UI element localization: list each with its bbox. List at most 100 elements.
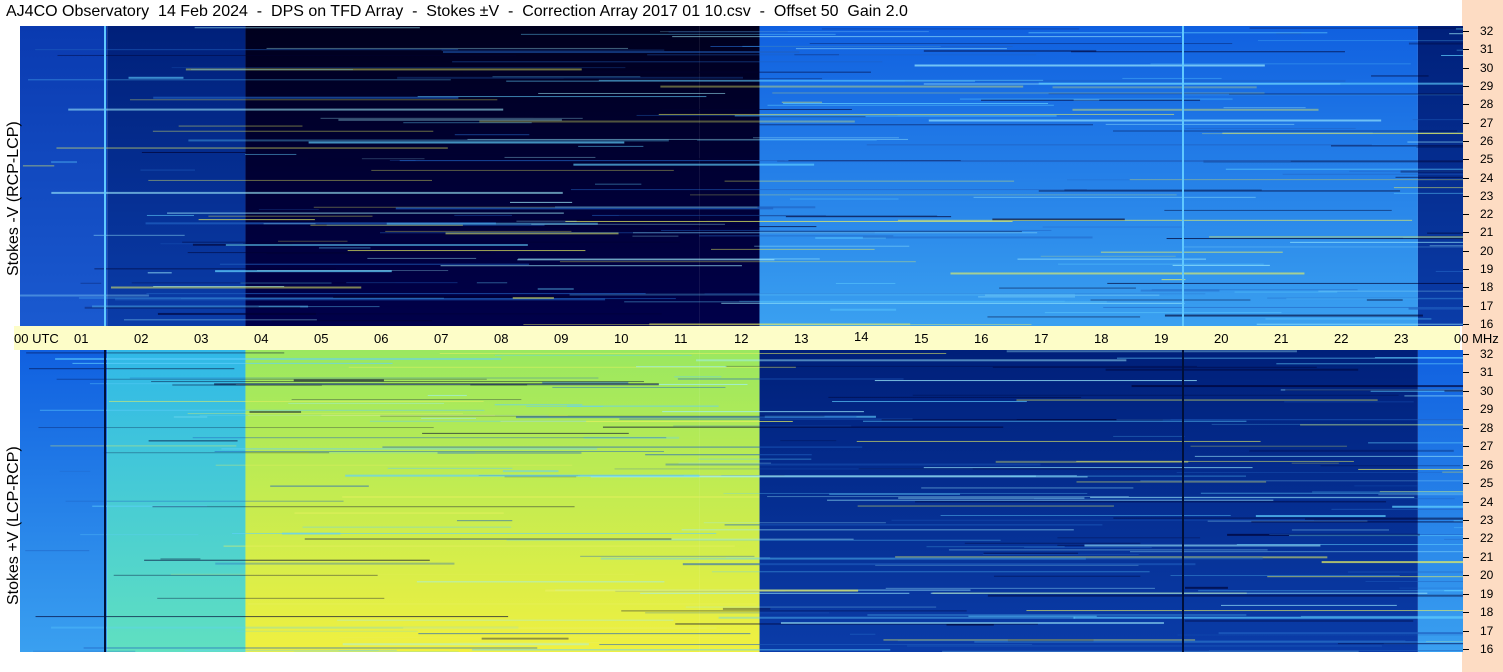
- time-tick-label: 19: [1154, 331, 1169, 346]
- bottom-frequency-tick-mark: [1463, 612, 1469, 614]
- time-tick-label: 20: [1214, 331, 1229, 346]
- top-frequency-tick-mark: [1463, 214, 1469, 216]
- time-tick-label: 14: [854, 329, 869, 344]
- top-y-axis-label: Stokes -V (RCP-LCP): [5, 121, 22, 276]
- chart-title: AJ4CO Observatory 14 Feb 2024 - DPS on T…: [6, 3, 908, 20]
- top-frequency-tick-mark: [1463, 324, 1469, 325]
- top-frequency-tick-label: 29: [1480, 78, 1494, 93]
- bottom-frequency-tick-label: 29: [1480, 402, 1494, 417]
- bottom-frequency-tick-label: 26: [1480, 457, 1494, 472]
- top-frequency-tick-label: 22: [1480, 207, 1494, 222]
- bottom-frequency-tick-label: 24: [1480, 494, 1494, 509]
- marker-line: [1182, 26, 1184, 326]
- bottom-frequency-tick-label: 28: [1480, 420, 1494, 435]
- bottom-frequency-tick-mark: [1463, 556, 1469, 558]
- time-segment: [20, 26, 108, 326]
- top-frequency-tick-mark: [1463, 195, 1469, 197]
- top-frequency-tick-label: 30: [1480, 60, 1494, 75]
- bottom-y-axis-label: Stokes +V (LCP-RCP): [5, 446, 22, 605]
- time-tick-label: 00 UTC: [14, 331, 59, 346]
- marker-line: [1182, 350, 1184, 652]
- top-frequency-tick-label: 17: [1480, 298, 1494, 313]
- top-frequency-tick-mark: [1463, 31, 1469, 32]
- bottom-frequency-tick-label: 27: [1480, 439, 1494, 454]
- top-frequency-tick-mark: [1463, 85, 1469, 87]
- bottom-frequency-tick-mark: [1463, 372, 1469, 374]
- time-tick-label: 02: [134, 331, 149, 346]
- top-frequency-tick-label: 24: [1480, 170, 1494, 185]
- top-frequency-tick-label: 26: [1480, 133, 1494, 148]
- time-tick-label: 11: [674, 331, 688, 346]
- time-tick-label: 03: [194, 331, 209, 346]
- time-tick-label: 21: [1274, 331, 1289, 346]
- top-frequency-tick-label: 31: [1480, 42, 1494, 57]
- bottom-frequency-tick-mark: [1463, 501, 1469, 503]
- bottom-frequency-tick-label: 17: [1480, 623, 1494, 638]
- time-tick-label: 09: [554, 331, 569, 346]
- top-frequency-tick-label: 23: [1480, 188, 1494, 203]
- bottom-frequency-tick-mark: [1463, 427, 1469, 429]
- time-tick-label: 16: [974, 331, 989, 346]
- top-frequency-tick-mark: [1463, 177, 1469, 179]
- top-frequency-tick-label: 32: [1480, 24, 1494, 38]
- time-tick-label: 22: [1334, 331, 1349, 346]
- marker-line: [104, 350, 106, 652]
- top-spectrogram: [20, 26, 1463, 326]
- top-frequency-tick-mark: [1463, 287, 1469, 289]
- top-frequency-tick-mark: [1463, 49, 1469, 51]
- time-tick-label: 13: [794, 331, 809, 346]
- time-tick-label: 01: [74, 331, 89, 346]
- top-frequency-tick-label: 27: [1480, 115, 1494, 130]
- time-tick-label: 15: [914, 331, 929, 346]
- top-frequency-tick-mark: [1463, 140, 1469, 142]
- time-segment: [1417, 26, 1463, 326]
- time-segment: [759, 26, 1418, 326]
- time-segment: [699, 26, 760, 326]
- top-frequency-tick-mark: [1463, 269, 1469, 271]
- top-frequency-tick-mark: [1463, 250, 1469, 252]
- bottom-frequency-tick-label: 16: [1480, 642, 1494, 656]
- time-tick-label: 23: [1394, 331, 1409, 346]
- top-frequency-tick-mark: [1463, 122, 1469, 124]
- bottom-frequency-tick-label: 18: [1480, 605, 1494, 620]
- bottom-spectrogram: [20, 350, 1463, 652]
- top-frequency-tick-mark: [1463, 305, 1469, 307]
- bottom-frequency-tick-mark: [1463, 519, 1469, 521]
- time-tick-label: 10: [614, 331, 629, 346]
- top-frequency-tick-label: 25: [1480, 152, 1494, 167]
- bottom-frequency-tick-label: 19: [1480, 586, 1494, 601]
- bottom-frequency-tick-mark: [1463, 575, 1469, 577]
- top-frequency-tick-label: 21: [1480, 225, 1494, 240]
- bottom-frequency-tick-mark: [1463, 409, 1469, 411]
- bottom-frequency-tick-label: 25: [1480, 476, 1494, 491]
- bottom-frequency-tick-label: 20: [1480, 568, 1494, 583]
- time-tick-label: 07: [434, 331, 449, 346]
- time-tick-label: 17: [1034, 331, 1049, 346]
- top-frequency-tick-label: 28: [1480, 97, 1494, 112]
- bottom-frequency-tick-mark: [1463, 446, 1469, 448]
- bottom-frequency-tick-label: 31: [1480, 365, 1494, 380]
- time-tick-label: 08: [494, 331, 509, 346]
- time-segment: [1417, 350, 1463, 652]
- top-frequency-tick-mark: [1463, 104, 1469, 106]
- top-frequency-tick-label: 20: [1480, 243, 1494, 258]
- time-tick-label: 12: [734, 331, 749, 346]
- bottom-frequency-tick-mark: [1463, 390, 1469, 392]
- time-segment: [107, 26, 246, 326]
- time-tick-label: 00 MHz: [1454, 331, 1499, 346]
- bottom-frequency-tick-mark: [1463, 483, 1469, 485]
- time-segment: [245, 26, 700, 326]
- time-tick-label: 05: [314, 331, 329, 346]
- top-frequency-tick-mark: [1463, 67, 1469, 69]
- bottom-frequency-tick-label: 22: [1480, 531, 1494, 546]
- bottom-frequency-tick-label: 21: [1480, 549, 1494, 564]
- bottom-frequency-tick-label: 23: [1480, 512, 1494, 527]
- time-tick-label: 04: [254, 331, 269, 346]
- bottom-frequency-tick-label: 32: [1480, 347, 1494, 361]
- top-frequency-tick-label: 16: [1480, 317, 1494, 331]
- time-tick-label: 18: [1094, 331, 1109, 346]
- top-frequency-tick-label: 18: [1480, 280, 1494, 295]
- bottom-frequency-tick-mark: [1463, 630, 1469, 632]
- bottom-frequency-tick-mark: [1463, 593, 1469, 595]
- time-tick-label: 06: [374, 331, 389, 346]
